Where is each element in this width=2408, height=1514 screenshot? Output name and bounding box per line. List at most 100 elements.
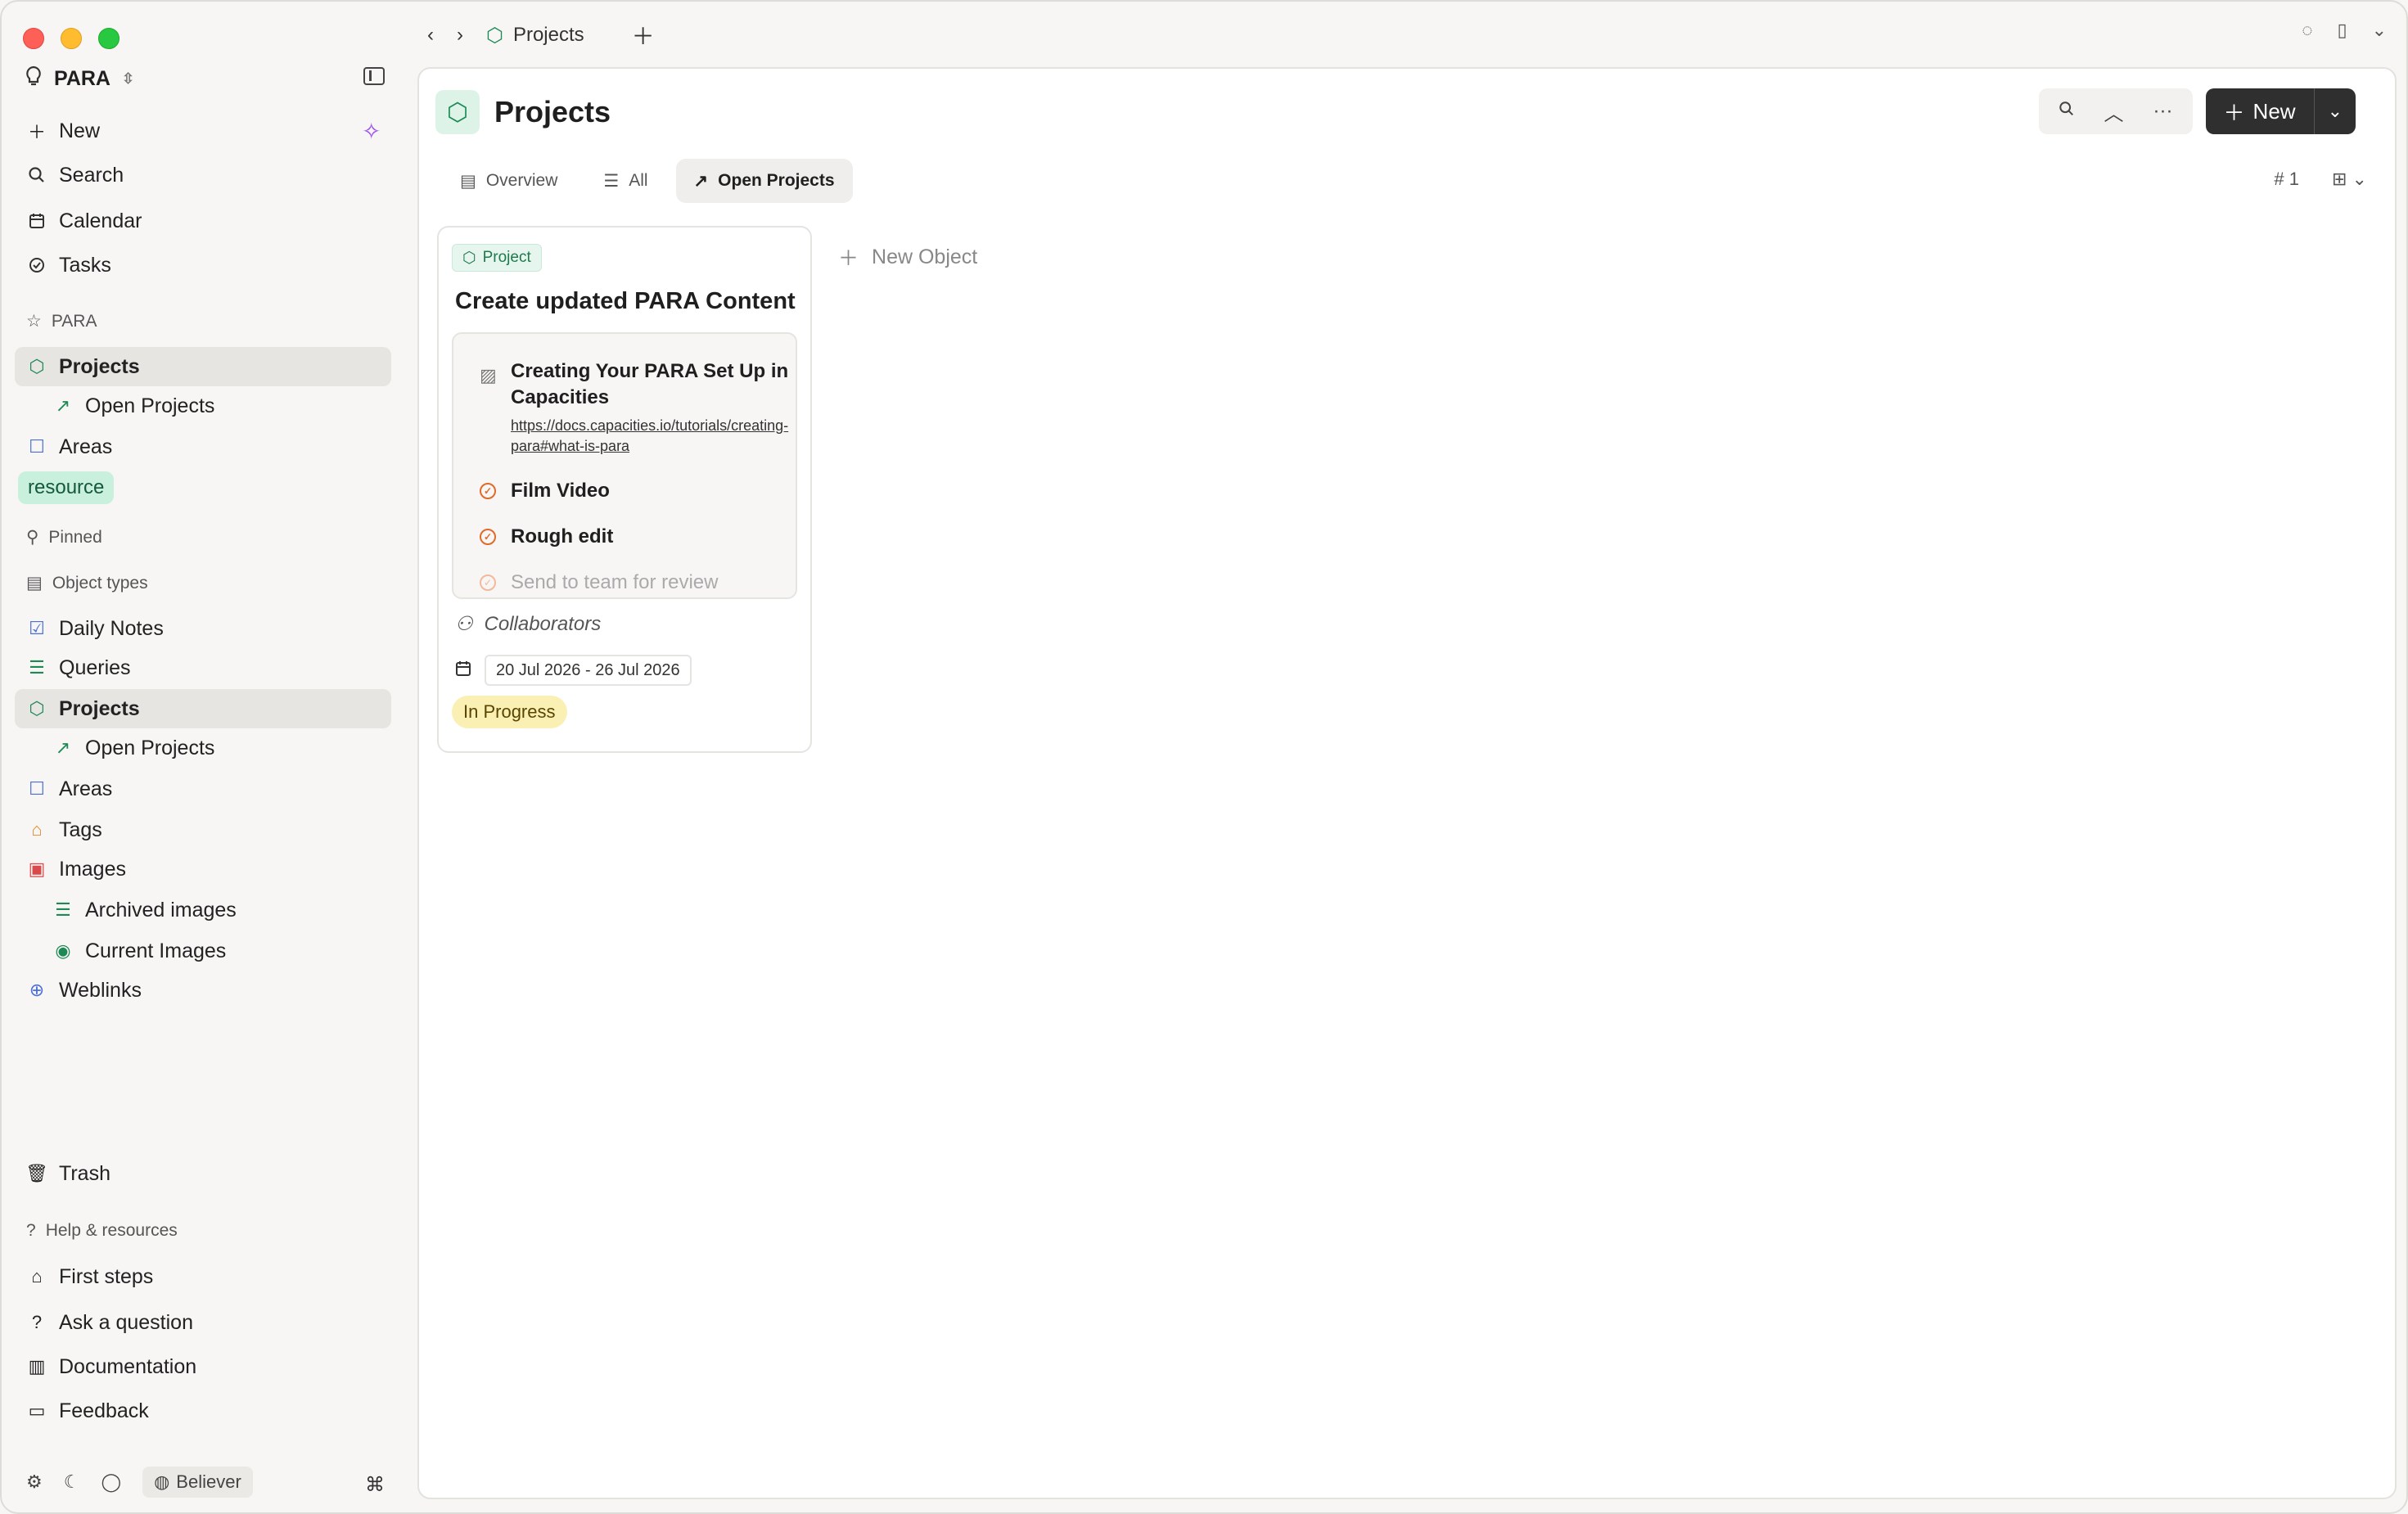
- sidebar-item-projects[interactable]: ⬡ Projects: [15, 347, 391, 386]
- weblink-url[interactable]: https://docs.capacities.io/tutorials/cre…: [511, 416, 789, 457]
- top-navigation: ‹ › ⬡ Projects ＋: [427, 16, 655, 54]
- sidebar-item-open-projects-type[interactable]: ↗ Open Projects: [26, 728, 391, 768]
- task-checkbox-icon[interactable]: ✓: [480, 575, 496, 591]
- plan-label: Believer: [176, 1471, 241, 1492]
- task-item[interactable]: ✓ Send to team for review: [480, 571, 718, 594]
- cube-icon: ⬡: [29, 356, 45, 376]
- user-icon[interactable]: ◯: [101, 1471, 121, 1493]
- plus-icon: ＋: [838, 247, 859, 270]
- collaborators-field[interactable]: ⚇ Collaborators: [455, 612, 601, 636]
- ai-sparkle-icon[interactable]: ✧: [362, 118, 381, 145]
- grid-view-icon[interactable]: ⊞ ⌄: [2332, 169, 2367, 190]
- collaborators-label: Collaborators: [484, 612, 602, 635]
- breadcrumb[interactable]: ⬡ Projects: [486, 24, 584, 47]
- task-checkbox-icon[interactable]: ✓: [480, 483, 496, 499]
- panel-icon[interactable]: ▯: [2337, 20, 2347, 41]
- new-tab-icon[interactable]: ＋: [632, 19, 655, 52]
- chevron-down-icon[interactable]: ⌄: [2372, 20, 2387, 41]
- check-circle-icon: [26, 255, 47, 276]
- sidebar-tasks[interactable]: Tasks: [15, 246, 391, 285]
- cube-icon: ⬡: [486, 24, 503, 47]
- plus-icon: ＋: [2223, 100, 2245, 125]
- sidebar-item-label: Images: [59, 857, 126, 881]
- cube-icon: ⬡: [462, 249, 476, 267]
- sidebar-item-archived-images[interactable]: ☰ Archived images: [26, 890, 391, 930]
- search-icon[interactable]: [2059, 100, 2075, 123]
- sidebar-item-label: Areas: [59, 777, 113, 800]
- cube-icon: ⬡: [29, 698, 45, 719]
- sidebar-item-queries[interactable]: ☰ Queries: [15, 648, 391, 687]
- tab-overview[interactable]: ▤ Overview: [442, 159, 575, 203]
- sidebar-first-steps[interactable]: ⌂ First steps: [15, 1257, 391, 1296]
- sidebar-item-label: Daily Notes: [59, 616, 164, 640]
- badge-icon: ◍: [154, 1471, 170, 1492]
- settings-icon[interactable]: ⚙: [26, 1471, 43, 1493]
- sidebar-item-areas-type[interactable]: ☐ Areas: [15, 769, 391, 809]
- tab-all[interactable]: ☰ All: [585, 159, 665, 203]
- tab-open-projects[interactable]: ↗ Open Projects: [675, 159, 853, 203]
- section-label: PARA: [51, 311, 97, 331]
- square-icon: ☐: [29, 436, 45, 457]
- count-indicator[interactable]: # 1: [2274, 169, 2299, 190]
- card-title[interactable]: Create updated PARA Content: [455, 288, 796, 315]
- sidebar-new[interactable]: ＋ New: [15, 111, 391, 151]
- sidebar-item-daily-notes[interactable]: ☑ Daily Notes: [15, 609, 391, 648]
- project-card[interactable]: ⬡ Project Create updated PARA Content ▨ …: [437, 226, 812, 753]
- section-help[interactable]: ? Help & resources: [26, 1221, 178, 1241]
- object-type-chip: ⬡ Project: [452, 244, 542, 272]
- card-content-preview: ▨ Creating Your PARA Set Up in Capacitie…: [452, 332, 797, 599]
- lightbulb-icon: [25, 65, 43, 92]
- task-checkbox-icon[interactable]: ✓: [480, 529, 496, 545]
- date-field[interactable]: 20 Jul 2026 - 26 Jul 2026: [455, 655, 692, 686]
- sidebar-trash[interactable]: 🗑 Trash: [15, 1154, 391, 1193]
- sidebar-item-label: Tags: [59, 818, 102, 841]
- moon-icon[interactable]: ☾: [64, 1471, 80, 1493]
- sidebar-documentation[interactable]: ▥ Documentation: [15, 1347, 391, 1386]
- sidebar-toggle-icon[interactable]: [363, 67, 385, 85]
- sidebar-search[interactable]: Search: [15, 155, 391, 195]
- back-arrow-icon[interactable]: ‹: [427, 24, 434, 47]
- plan-badge[interactable]: ◍ Believer: [142, 1467, 253, 1498]
- search-icon: [26, 164, 47, 186]
- chevron-down-icon[interactable]: ⌄: [2313, 88, 2356, 134]
- app-window: PARA ⇳ ＋ New ✧ Search Calendar Tasks ☆ P…: [0, 0, 2408, 1514]
- task-item[interactable]: ✓ Rough edit: [480, 525, 613, 548]
- sidebar-feedback[interactable]: ▭ Feedback: [15, 1391, 391, 1431]
- sidebar-ask-question[interactable]: ? Ask a question: [15, 1303, 391, 1342]
- sidebar-item-areas[interactable]: ☐ Areas: [15, 427, 391, 466]
- section-para[interactable]: ☆ PARA: [26, 311, 97, 331]
- sidebar-calendar[interactable]: Calendar: [15, 201, 391, 241]
- new-object-button[interactable]: ＋ New Object: [838, 242, 977, 272]
- workspace-switcher[interactable]: PARA ⇳: [25, 65, 134, 92]
- sidebar-item-label: First steps: [59, 1264, 154, 1288]
- view-tabs: ▤ Overview ☰ All ↗ Open Projects: [442, 159, 853, 203]
- section-pinned[interactable]: ⚲ Pinned: [26, 527, 102, 547]
- status-badge[interactable]: In Progress: [452, 696, 567, 728]
- new-button[interactable]: ＋ New ⌄: [2205, 88, 2356, 134]
- more-icon[interactable]: ···: [2153, 100, 2173, 123]
- page-title: Projects: [494, 95, 611, 128]
- new-button-main[interactable]: ＋ New: [2206, 88, 2314, 134]
- sidebar-item-images[interactable]: ▣ Images: [15, 849, 391, 889]
- sidebar-item-label: Open Projects: [85, 736, 215, 759]
- forward-arrow-icon[interactable]: ›: [457, 24, 463, 47]
- chevron-updown-icon: ⇳: [121, 70, 135, 87]
- weblink-icon: ▨: [480, 365, 497, 385]
- sidebar-item-current-images[interactable]: ◉ Current Images: [26, 931, 391, 971]
- chevron-up-icon[interactable]: ︿: [2104, 97, 2124, 126]
- command-icon[interactable]: ⌘: [365, 1473, 385, 1497]
- section-label: Help & resources: [45, 1221, 178, 1240]
- weblink-title[interactable]: Creating Your PARA Set Up in Capacities: [511, 358, 789, 411]
- sidebar-item-weblinks[interactable]: ⊕ Weblinks: [15, 971, 391, 1010]
- section-object-types[interactable]: ▤ Object types: [26, 573, 148, 593]
- sync-icon[interactable]: ◌: [2302, 20, 2312, 41]
- resource-tag[interactable]: resource: [18, 471, 115, 504]
- camera-icon: ◉: [55, 940, 71, 961]
- sidebar-item-label: Open Projects: [85, 394, 215, 417]
- user-icon: ⚇: [455, 613, 473, 635]
- sidebar-item-open-projects[interactable]: ↗ Open Projects: [26, 386, 391, 426]
- sidebar-item-tags[interactable]: ⌂ Tags: [15, 810, 391, 849]
- plus-icon: ＋: [27, 122, 46, 142]
- sidebar-item-projects-type[interactable]: ⬡ Projects: [15, 689, 391, 728]
- task-item[interactable]: ✓ Film Video: [480, 480, 610, 502]
